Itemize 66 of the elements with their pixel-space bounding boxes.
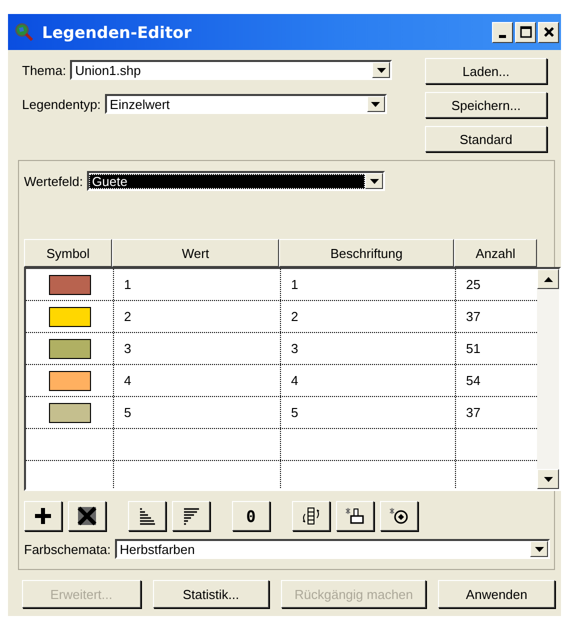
minimize-button[interactable] (492, 22, 513, 42)
color-ramp-arrows-icon (300, 506, 322, 526)
sparkle-brush-icon (344, 506, 366, 526)
dialog-button[interactable]: Laden... (425, 58, 547, 84)
add-button[interactable] (24, 501, 62, 531)
zero-button[interactable]: 0 (232, 501, 270, 531)
field-label: Legendentyp: (22, 96, 101, 112)
field-label: Farbschemata: (24, 542, 111, 556)
ascending-bars-icon (138, 507, 156, 525)
table-cell: 1 (281, 269, 456, 300)
table-cell: 4 (114, 365, 281, 396)
flip-colors-button[interactable] (292, 501, 330, 531)
dialog-button[interactable]: Statistik... (152, 580, 270, 608)
close-button[interactable] (538, 22, 559, 42)
color-swatch[interactable] (48, 274, 90, 294)
scroll-up-icon (544, 276, 552, 282)
dropdown-arrow-icon (370, 178, 379, 184)
table-cell-text: 37 (465, 404, 482, 422)
window-title: Legenden-Editor (42, 22, 192, 42)
dialog-button[interactable]: Speichern... (425, 92, 547, 118)
sort-ascending-button[interactable] (128, 501, 166, 531)
close-icon (542, 26, 554, 38)
value-field-dropdown[interactable]: Guete (87, 171, 386, 191)
descending-bars-icon (182, 507, 200, 525)
table-cell: 4 (281, 365, 456, 396)
table-cell: 5 (281, 397, 456, 428)
table-cell-text: 54 (465, 372, 482, 390)
magnifier-globe-icon (14, 22, 34, 42)
table-cell-text: 37 (465, 308, 482, 326)
dialog-button[interactable]: Anwenden (438, 580, 555, 608)
sort-descending-button[interactable] (172, 501, 210, 531)
theme-dropdown[interactable]: Union1.shp (70, 60, 392, 80)
column-header[interactable]: Beschriftung (279, 239, 454, 267)
column-header[interactable]: Symbol (24, 239, 112, 267)
maximize-button[interactable] (515, 22, 536, 42)
table-cell: 2 (114, 301, 281, 332)
brush-button[interactable] (336, 501, 374, 531)
field-label: Thema: (22, 62, 66, 78)
legend-type-dropdown[interactable]: Einzelwert (104, 94, 387, 114)
dialog-button[interactable]: Standard (425, 126, 547, 152)
plus-icon (34, 507, 52, 525)
maximize-icon (520, 26, 532, 38)
table-cell: 1 (114, 269, 281, 300)
field-label: Wertefeld: (24, 174, 84, 188)
color-swatch[interactable] (48, 402, 90, 422)
table-cell-text: 25 (465, 276, 482, 294)
dropdown-arrow-icon (371, 102, 380, 106)
column-header[interactable]: Wert (112, 239, 279, 267)
vertical-scrollbar[interactable] (537, 269, 559, 489)
color-swatch[interactable] (48, 338, 90, 358)
table-cell: 2 (281, 301, 456, 332)
color-swatch[interactable] (48, 370, 90, 390)
minimize-icon (499, 34, 506, 38)
table-cell: 5 (114, 397, 281, 428)
reset-button[interactable] (380, 501, 418, 531)
color-scheme-dropdown[interactable]: Herbstfarben (114, 539, 550, 559)
scroll-down-icon (544, 476, 552, 482)
dropdown-arrow-icon (376, 68, 386, 72)
delete-button[interactable] (68, 501, 106, 531)
table-cell: 3 (114, 333, 281, 364)
dropdown-arrow-icon (534, 546, 544, 552)
column-header[interactable]: Anzahl (454, 239, 537, 267)
table-cell-text: 51 (465, 340, 482, 358)
table-cell: 3 (281, 333, 456, 364)
color-swatch[interactable] (48, 306, 90, 326)
hatched-cross-icon (77, 506, 97, 526)
